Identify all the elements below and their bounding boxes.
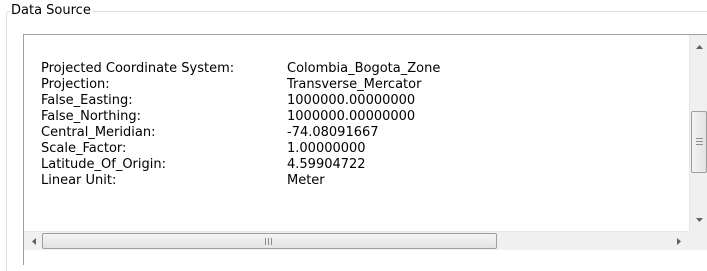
scroll-left-button[interactable] (25, 232, 42, 251)
scrollbar-corner (689, 231, 707, 250)
property-value: 1000000.00000000 (287, 109, 416, 124)
data-source-panel: Projected Coordinate System: Colombia_Bo… (23, 34, 707, 265)
property-label: Projected Coordinate System: (41, 61, 235, 76)
property-value: Colombia_Bogota_Zone (287, 61, 441, 76)
horizontal-scroll-thumb[interactable] (42, 233, 497, 249)
property-value: Meter (287, 173, 325, 188)
arrow-left-icon (31, 238, 36, 245)
vertical-scrollbar[interactable] (689, 35, 707, 231)
scroll-down-button[interactable] (690, 211, 707, 228)
horizontal-scrollbar[interactable] (24, 231, 689, 250)
grip-icon (696, 138, 703, 145)
groupbox-title: Data Source (10, 3, 93, 18)
property-label: Projection: (41, 77, 110, 92)
vertical-scroll-thumb[interactable] (691, 111, 707, 173)
scroll-up-button[interactable] (690, 38, 707, 55)
property-label: Latitude_Of_Origin: (41, 157, 166, 172)
scroll-right-button[interactable] (670, 232, 687, 251)
arrow-down-icon (696, 217, 703, 222)
property-value: -74.08091667 (287, 125, 379, 140)
property-value: 4.59904722 (287, 157, 366, 172)
property-label: False_Easting: (41, 93, 133, 108)
properties-list[interactable]: Projected Coordinate System: Colombia_Bo… (24, 35, 689, 231)
property-value: 1.00000000 (287, 141, 366, 156)
property-label: False_Northing: (41, 109, 141, 124)
arrow-up-icon (696, 44, 703, 49)
property-label: Scale_Factor: (41, 141, 127, 156)
property-label: Linear Unit: (41, 173, 117, 188)
arrow-right-icon (676, 238, 681, 245)
property-value: Transverse_Mercator (287, 77, 422, 92)
property-value: 1000000.00000000 (287, 93, 416, 108)
property-label: Central_Meridian: (41, 125, 156, 140)
grip-icon (265, 238, 272, 245)
